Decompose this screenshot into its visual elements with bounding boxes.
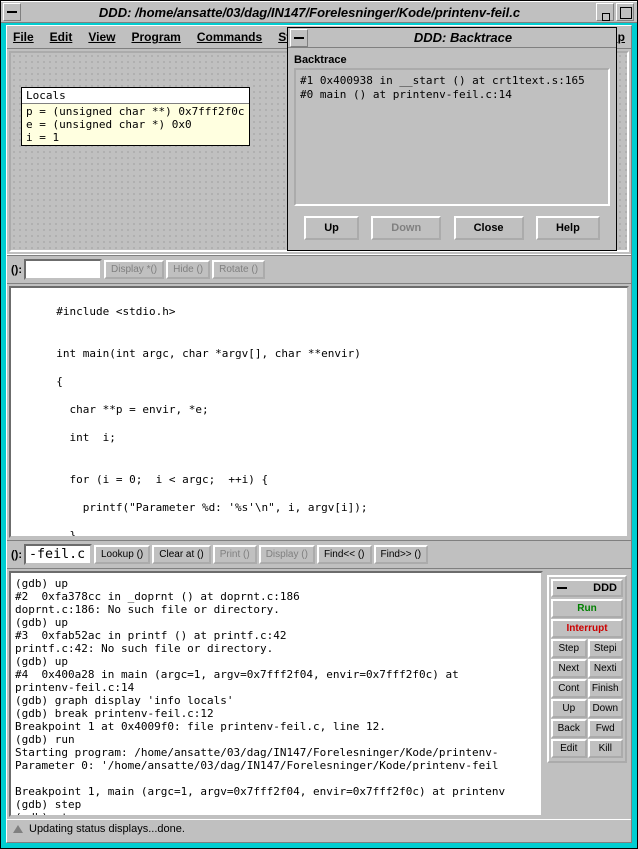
edit-button[interactable]: Edit [551,739,587,758]
src-line: } [43,529,627,538]
backtrace-list[interactable]: #1 0x400938 in __start () at crt1text.s:… [294,68,610,206]
bt-close-button[interactable]: Close [454,216,524,240]
status-indicator-icon [13,825,23,833]
src-line: int i; [43,431,627,445]
hide-button: Hide () [166,260,210,279]
source-toolbar: (): Lookup () Clear at () Print () Displ… [7,540,631,569]
data-toolbar: (): Display *() Hide () Rotate () [7,255,631,284]
local-var: i = 1 [26,131,245,144]
command-tool-panel: DDD Run Interrupt StepStepi NextNexti Co… [547,575,627,763]
cmd-panel-title[interactable]: DDD [551,579,623,597]
locals-title: Locals [22,88,249,104]
up-button[interactable]: Up [551,699,587,718]
fwd-button[interactable]: Fwd [588,719,624,738]
stepi-button[interactable]: Stepi [588,639,624,658]
bt-frame[interactable]: #1 0x400938 in __start () at crt1text.s:… [300,74,604,88]
bt-window-title: DDD: Backtrace [310,30,616,45]
display-src-button: Display () [259,545,315,564]
clear-at-button[interactable]: Clear at () [152,545,210,564]
source-arg-input[interactable] [24,544,92,565]
menu-file[interactable]: File [13,30,34,44]
window-title: DDD: /home/ansatte/03/dag/IN147/Forelesn… [23,5,596,20]
backtrace-window[interactable]: DDD: Backtrace Backtrace #1 0x400938 in … [287,27,617,251]
menu-commands[interactable]: Commands [197,30,262,44]
prefix-label: (): [11,264,22,276]
src-line: { [43,375,627,389]
find-prev-button[interactable]: Find<< () [317,545,372,564]
statusbar: Updating status displays...done. [7,819,631,838]
cont-button[interactable]: Cont [551,679,587,698]
find-next-button[interactable]: Find>> () [374,545,429,564]
lookup-button[interactable]: Lookup () [94,545,150,564]
bt-help-button[interactable]: Help [536,216,600,240]
bt-down-button: Down [371,216,441,240]
print-button: Print () [213,545,257,564]
data-arg-input[interactable] [24,259,102,280]
source-code-area[interactable]: #include <stdio.h> int main(int argc, ch… [9,286,629,538]
status-text: Updating status displays...done. [29,823,185,835]
local-var: e = (unsigned char *) 0x0 [26,118,245,131]
nexti-button[interactable]: Nexti [588,659,624,678]
local-var: p = (unsigned char **) 0x7fff2f0c [26,105,245,118]
bt-frame[interactable]: #0 main () at printenv-feil.c:14 [300,88,604,102]
rotate-button: Rotate () [212,260,265,279]
main-titlebar: DDD: /home/ansatte/03/dag/IN147/Forelesn… [1,1,637,23]
system-menu-icon[interactable] [3,3,21,21]
run-button[interactable]: Run [551,599,623,618]
src-line: printf("Parameter %d: '%s'\n", i, argv[i… [43,501,627,515]
finish-button[interactable]: Finish [588,679,624,698]
locals-display-box[interactable]: Locals p = (unsigned char **) 0x7fff2f0c… [21,87,250,146]
prefix-label: (): [11,549,22,561]
menu-edit[interactable]: Edit [50,30,73,44]
bt-up-button[interactable]: Up [304,216,359,240]
kill-button[interactable]: Kill [588,739,624,758]
menu-view[interactable]: View [88,30,115,44]
maximize-icon[interactable] [616,3,634,21]
src-line: #include <stdio.h> [43,305,627,319]
src-line: for (i = 0; i < argc; ++i) { [43,473,627,487]
minimize-icon[interactable] [596,3,614,21]
src-line: char **p = envir, *e; [43,403,627,417]
next-button[interactable]: Next [551,659,587,678]
src-line: int main(int argc, char *argv[], char **… [43,347,627,361]
bt-system-menu-icon[interactable] [290,29,308,47]
gdb-console[interactable]: (gdb) up #2 0xfa378cc in _doprnt () at d… [9,571,543,817]
step-button[interactable]: Step [551,639,587,658]
menu-program[interactable]: Program [131,30,180,44]
down-button[interactable]: Down [588,699,624,718]
display-button: Display *() [104,260,164,279]
back-button[interactable]: Back [551,719,587,738]
interrupt-button[interactable]: Interrupt [551,619,623,638]
bt-label: Backtrace [294,54,610,66]
